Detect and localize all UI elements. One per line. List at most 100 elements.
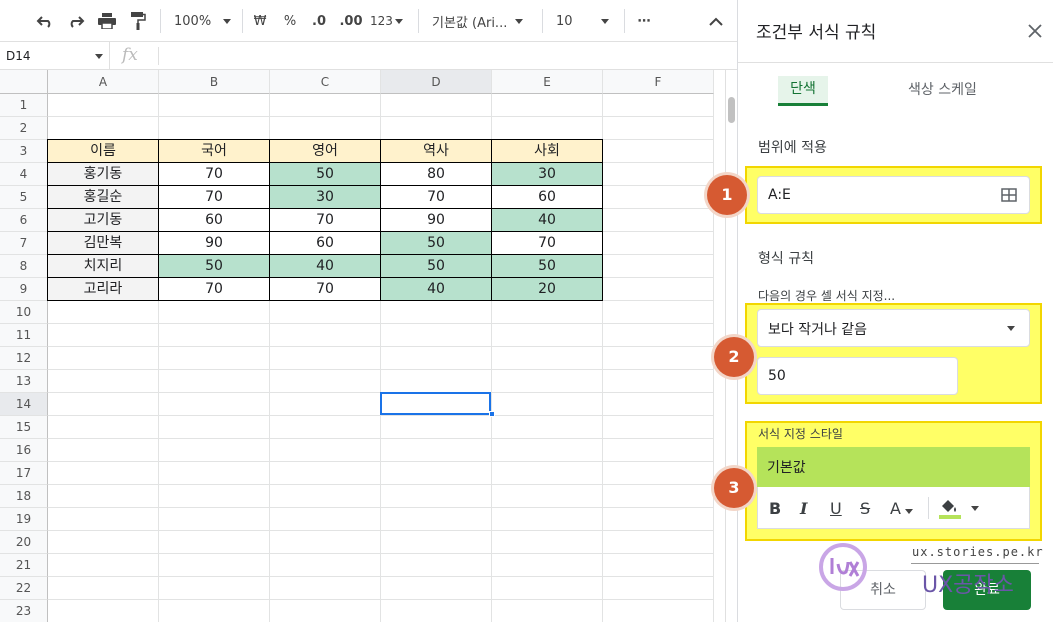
row-header-14[interactable]: 14 [0, 393, 48, 416]
cell[interactable] [381, 485, 492, 508]
cell[interactable] [159, 416, 270, 439]
cell[interactable] [603, 94, 714, 117]
close-icon[interactable] [1028, 24, 1042, 38]
cell[interactable] [603, 439, 714, 462]
column-header-d[interactable]: D [381, 70, 492, 94]
cell[interactable] [270, 439, 381, 462]
number-format-select[interactable]: 123 [370, 11, 406, 31]
table-cell[interactable]: 고리라 [48, 278, 159, 301]
table-cell[interactable]: 70 [270, 209, 381, 232]
cell[interactable] [48, 416, 159, 439]
row-header-21[interactable]: 21 [0, 554, 48, 577]
row-header-12[interactable]: 12 [0, 347, 48, 370]
font-select[interactable]: 기본값 (Ari... [432, 11, 532, 31]
cell[interactable] [48, 531, 159, 554]
cell[interactable] [159, 577, 270, 600]
row-header-2[interactable]: 2 [0, 117, 48, 140]
cell[interactable] [603, 163, 714, 186]
cell[interactable] [159, 531, 270, 554]
cell[interactable] [603, 416, 714, 439]
cell[interactable] [381, 554, 492, 577]
cell[interactable] [270, 462, 381, 485]
cell[interactable] [492, 393, 603, 416]
selected-cell-d14[interactable] [380, 392, 491, 415]
cell[interactable] [603, 577, 714, 600]
row-header-7[interactable]: 7 [0, 232, 48, 255]
cell[interactable] [492, 439, 603, 462]
cell[interactable] [270, 508, 381, 531]
cell[interactable] [603, 347, 714, 370]
cell[interactable] [159, 301, 270, 324]
cell[interactable] [381, 347, 492, 370]
tab-color-scale[interactable]: 색상 스케일 [908, 79, 977, 99]
cell[interactable] [270, 370, 381, 393]
row-header-18[interactable]: 18 [0, 485, 48, 508]
font-size-select[interactable]: 10 [556, 11, 614, 31]
cell[interactable] [603, 531, 714, 554]
italic-button[interactable]: I [800, 499, 807, 518]
cell[interactable] [48, 600, 159, 622]
cell[interactable] [603, 232, 714, 255]
cell[interactable] [381, 439, 492, 462]
table-cell[interactable]: 70 [159, 186, 270, 209]
row-header-4[interactable]: 4 [0, 163, 48, 186]
select-all-corner[interactable] [0, 70, 48, 94]
cell[interactable] [381, 577, 492, 600]
cell[interactable] [603, 600, 714, 622]
row-header-1[interactable]: 1 [0, 94, 48, 117]
table-cell[interactable]: 40 [492, 209, 603, 232]
table-cell[interactable]: 50 [381, 232, 492, 255]
table-cell[interactable]: 80 [381, 163, 492, 186]
cell[interactable] [48, 370, 159, 393]
row-header-11[interactable]: 11 [0, 324, 48, 347]
cell[interactable] [48, 347, 159, 370]
zoom-select[interactable]: 100% [174, 11, 232, 31]
column-header-b[interactable]: B [159, 70, 270, 94]
paint-format-icon[interactable] [127, 11, 149, 31]
cell[interactable] [603, 186, 714, 209]
table-cell[interactable]: 70 [492, 232, 603, 255]
cell[interactable] [159, 347, 270, 370]
cell[interactable] [492, 485, 603, 508]
column-header-f[interactable]: F [603, 70, 714, 94]
cell[interactable] [48, 393, 159, 416]
cell[interactable] [492, 347, 603, 370]
cell[interactable] [48, 577, 159, 600]
table-cell[interactable]: 70 [270, 278, 381, 301]
table-cell[interactable]: 홍길순 [48, 186, 159, 209]
cell[interactable] [381, 370, 492, 393]
cell[interactable] [159, 554, 270, 577]
cell[interactable] [159, 508, 270, 531]
cell[interactable] [270, 531, 381, 554]
cell[interactable] [270, 577, 381, 600]
table-cell[interactable]: 50 [270, 163, 381, 186]
table-cell[interactable]: 90 [159, 232, 270, 255]
cell[interactable] [492, 600, 603, 622]
cell[interactable] [159, 485, 270, 508]
table-cell[interactable]: 40 [270, 255, 381, 278]
table-cell[interactable]: 70 [381, 186, 492, 209]
cell[interactable] [603, 370, 714, 393]
cell[interactable] [492, 301, 603, 324]
cell[interactable] [381, 600, 492, 622]
table-cell[interactable]: 30 [270, 186, 381, 209]
cell[interactable] [381, 531, 492, 554]
cell[interactable] [381, 94, 492, 117]
table-cell[interactable]: 20 [492, 278, 603, 301]
row-header-9[interactable]: 9 [0, 278, 48, 301]
cell[interactable] [603, 393, 714, 416]
chevron-up-icon[interactable] [707, 11, 725, 31]
cell[interactable] [159, 324, 270, 347]
cell[interactable] [270, 301, 381, 324]
decrease-decimal-button[interactable]: .0 [309, 11, 329, 31]
table-cell[interactable]: 홍기동 [48, 163, 159, 186]
cell[interactable] [603, 324, 714, 347]
cell[interactable] [492, 531, 603, 554]
cell[interactable] [381, 508, 492, 531]
cell[interactable] [48, 462, 159, 485]
table-header-cell[interactable]: 사회 [492, 140, 603, 163]
row-header-3[interactable]: 3 [0, 140, 48, 163]
cell[interactable] [492, 577, 603, 600]
row-header-20[interactable]: 20 [0, 531, 48, 554]
table-header-cell[interactable]: 영어 [270, 140, 381, 163]
